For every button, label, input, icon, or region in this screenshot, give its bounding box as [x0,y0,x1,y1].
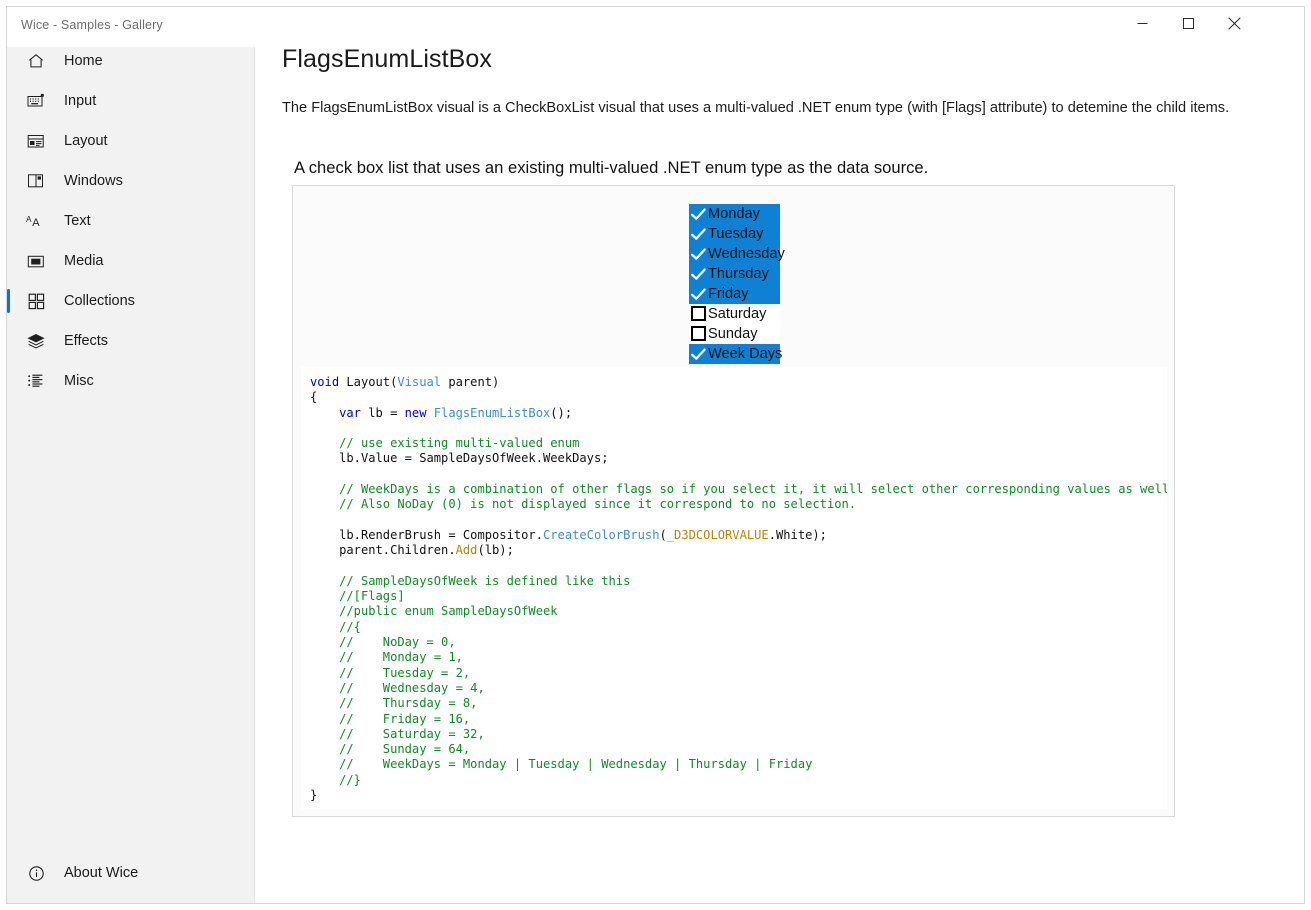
checkbox-empty-icon[interactable] [689,325,708,344]
layout-icon [24,130,48,152]
window-title: Wice - Samples - Gallery [21,18,163,32]
code-viewer: void Layout(Visual parent) { var lb = ne… [301,367,1167,809]
checkbox-item-label: Monday [708,206,760,222]
sidebar-item-about-wice[interactable]: About Wice [7,853,254,893]
layers-icon [24,330,48,352]
selection-indicator [7,169,10,193]
sidebar-item-label: Text [64,213,91,229]
sidebar-item-layout[interactable]: Layout [7,121,254,161]
svg-text:A: A [32,217,40,229]
sidebar-item-label: Effects [64,333,109,349]
selection-indicator [7,289,10,313]
info-icon [24,862,48,884]
windows-icon [24,170,48,192]
sidebar-item-misc[interactable]: Misc [7,361,254,401]
checkmark-icon[interactable] [689,245,708,264]
flags-enum-listbox[interactable]: Monday Tuesday Wednesday Thursday Friday Satu… [689,204,785,364]
keyboard-icon [24,90,48,112]
sidebar-item-media[interactable]: Media [7,241,254,281]
selection-indicator [7,89,10,113]
sidebar-item-label: Home [64,53,103,69]
checkbox-item[interactable]: Tuesday [689,224,780,244]
app-window: Home Input Layout Windows A A Text Media Collect… [6,6,1305,904]
checkmark-icon[interactable] [689,285,708,304]
sidebar-item-windows[interactable]: Windows [7,161,254,201]
sidebar-nav-list: Home Input Layout Windows A A Text Media Collect… [7,41,254,401]
checkbox-item-label: Wednesday [708,246,785,262]
maximize-button[interactable] [1165,7,1211,39]
list-icon [24,370,48,392]
text-aa-icon: AA [24,210,48,232]
checkmark-icon[interactable] [689,225,708,244]
selection-indicator [7,369,10,393]
media-icon [24,250,48,272]
sidebar-item-label: Collections [64,293,135,309]
checkbox-item-label: Tuesday [708,226,764,242]
checkbox-item[interactable]: Sunday [689,324,780,344]
checkbox-item[interactable]: Friday [689,284,780,304]
checkbox-item[interactable]: Saturday [689,304,780,324]
checkmark-icon[interactable] [689,265,708,284]
selection-indicator [7,129,10,153]
sidebar-item-label: Layout [64,133,108,149]
sidebar: Home Input Layout Windows A A Text Media Collect… [7,7,255,903]
checkbox-empty-icon[interactable] [689,305,708,324]
checkbox-item-label: Week Days [708,346,783,362]
checkbox-item-label: Friday [708,286,749,302]
svg-text:A: A [26,215,32,224]
page-description: The FlagsEnumListBox visual is a CheckBo… [282,100,1230,116]
selection-indicator [7,249,10,273]
demo-panel: Monday Tuesday Wednesday Thursday Friday Satu… [292,185,1175,817]
sidebar-item-home[interactable]: Home [7,41,254,81]
sample-heading: A check box list that uses an existing m… [294,158,929,177]
sidebar-item-effects[interactable]: Effects [7,321,254,361]
checkbox-item[interactable]: Week Days [689,344,783,364]
selection-indicator [7,49,10,73]
home-icon [24,50,48,72]
sidebar-item-collections[interactable]: Collections [7,281,254,321]
checkbox-item-label: Sunday [708,326,758,342]
checkbox-item[interactable]: Wednesday [689,244,785,264]
sidebar-item-input[interactable]: Input [7,81,254,121]
code-source-text: void Layout(Visual parent) { var lb = ne… [310,375,1167,803]
sidebar-item-label: Misc [64,373,94,389]
selection-indicator [7,329,10,353]
checkmark-icon[interactable] [689,345,708,364]
page-title: FlagsEnumListBox [282,45,493,73]
sidebar-item-label: Windows [64,173,123,189]
main-content: FlagsEnumListBox The FlagsEnumListBox vi… [255,7,1304,903]
checkbox-item[interactable]: Monday [689,204,780,224]
sidebar-item-label: Input [64,93,97,109]
checkbox-item-label: Saturday [708,306,767,322]
checkmark-icon[interactable] [689,205,708,224]
sidebar-item-label: Media [64,253,104,269]
checkbox-item[interactable]: Thursday [689,264,780,284]
selection-indicator [7,209,10,233]
minimize-button[interactable] [1119,7,1165,39]
checkbox-item-label: Thursday [708,266,769,282]
sidebar-item-about-wice-label: About Wice [64,865,139,881]
sidebar-item-text[interactable]: A A Text [7,201,254,241]
close-button[interactable] [1211,7,1257,39]
collections-icon [24,290,48,312]
title-bar: Wice - Samples - Gallery [7,7,1304,47]
